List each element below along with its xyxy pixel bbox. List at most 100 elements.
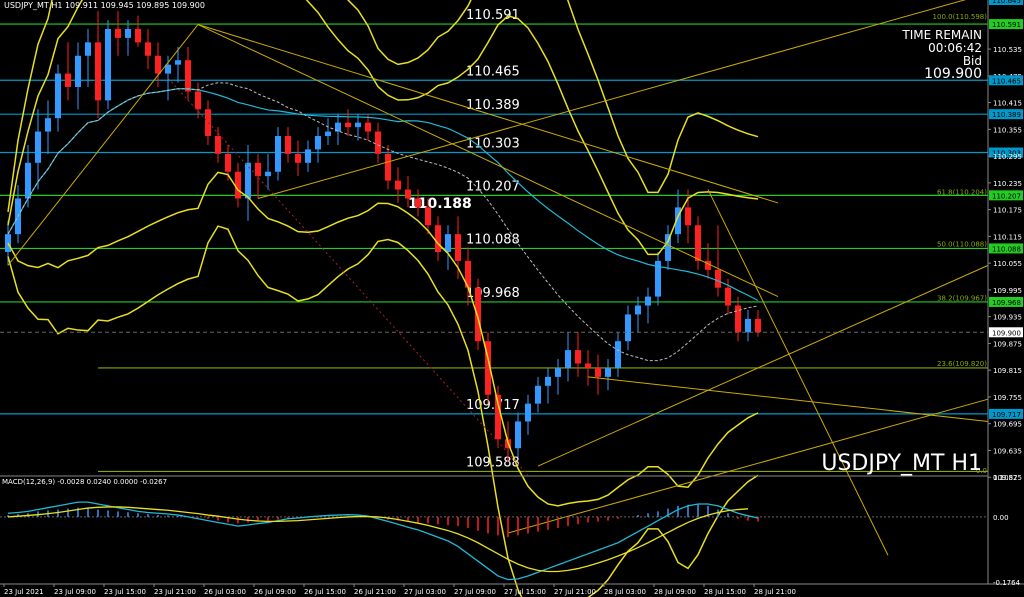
price-axis-highlight-label: 110.088: [992, 245, 1021, 253]
time-axis-label: 28 Jul 09:00: [654, 588, 696, 596]
symbol-info: USDJPY_MT,H1 109.911 109.945 109.895 109…: [4, 1, 205, 10]
price-axis-label: 110.115: [993, 233, 1022, 241]
level-label: 110.207: [466, 179, 520, 194]
bull-candle: [85, 42, 91, 56]
bull-candle: [125, 28, 131, 38]
price-axis-label: 110.295: [993, 153, 1022, 161]
bull-candle: [45, 118, 51, 132]
bear-candle: [65, 73, 71, 87]
price-axis-highlight-label: 110.591: [992, 21, 1021, 29]
bull-candle: [315, 136, 321, 150]
bear-candle: [695, 225, 701, 261]
bear-candle: [725, 287, 731, 306]
price-axis-label: 109.815: [993, 367, 1022, 375]
price-axis-label: 109.695: [993, 421, 1022, 429]
price-axis-highlight-label: 109.717: [992, 411, 1021, 419]
level-label: 110.389: [466, 98, 520, 113]
time-axis-label: 27 Jul 15:00: [504, 588, 546, 596]
fibo-label: 23.6(109.820): [937, 360, 987, 368]
bull-candle: [75, 55, 81, 87]
time-axis-label: 26 Jul 03:00: [204, 588, 246, 596]
price-axis-label: 110.535: [993, 46, 1022, 54]
bear-candle: [215, 136, 221, 154]
bull-candle: [745, 318, 751, 333]
bull-candle: [5, 234, 11, 252]
level-label: 109.968: [466, 286, 520, 301]
bear-candle: [295, 153, 301, 163]
fibo-label: 38.2(109.967): [937, 294, 987, 302]
bear-candle: [585, 363, 591, 368]
level-label: 110.303: [466, 137, 520, 152]
bull-candle: [305, 149, 311, 163]
bull-candle: [325, 131, 331, 137]
level-label: 110.088: [466, 232, 520, 247]
bull-candle: [645, 296, 651, 306]
price-axis-label: 110.415: [993, 100, 1022, 108]
bull-candle: [105, 28, 111, 101]
price-axis-label: 110.055: [993, 260, 1022, 268]
bear-candle: [415, 198, 421, 208]
macd-title: MACD(12,26,9) -0.0028 0.0240 0.0000 -0.0…: [2, 478, 167, 486]
price-axis-highlight-label: 109.900: [992, 329, 1021, 337]
bull-candle: [35, 131, 41, 163]
bid-value: 109.900: [924, 66, 982, 82]
time-axis-label: 23 Jul 2021: [4, 588, 44, 596]
time-axis-label: 26 Jul 21:00: [354, 588, 396, 596]
price-axis-label: 109.755: [993, 394, 1022, 402]
price-axis-highlight-label: 109.968: [992, 299, 1021, 307]
bull-candle: [355, 122, 361, 128]
fibo-label: 61.8(110.204): [937, 189, 987, 197]
price-axis-highlight-label: 110.645: [992, 0, 1021, 5]
bear-candle: [185, 60, 191, 92]
price-axis-highlight-label: 110.207: [992, 192, 1021, 200]
time-remain-panel: TIME REMAIN 00:06:42 Bid 109.900: [880, 29, 982, 82]
macd-axis-label: -0.1764: [993, 579, 1021, 587]
bull-candle: [175, 60, 181, 65]
bear-candle: [95, 42, 101, 101]
time-axis-label: 23 Jul 09:00: [54, 588, 96, 596]
time-axis-label: 28 Jul 15:00: [704, 588, 746, 596]
time-axis-label: 27 Jul 21:00: [554, 588, 596, 596]
bull-candle: [525, 403, 531, 422]
bull-candle: [615, 341, 621, 368]
time-axis-label: 27 Jul 03:00: [404, 588, 446, 596]
bear-candle: [595, 367, 601, 377]
price-axis-label: 110.175: [993, 207, 1022, 215]
bull-candle: [635, 305, 641, 315]
bear-candle: [155, 55, 161, 74]
bull-candle: [565, 350, 571, 368]
price-axis-highlight-label: 110.389: [992, 111, 1021, 119]
bear-candle: [455, 234, 461, 261]
bear-candle: [235, 171, 241, 199]
bull-candle: [55, 73, 61, 119]
time-axis-label: 28 Jul 03:00: [604, 588, 646, 596]
level-label: 110.591: [466, 8, 520, 23]
bear-candle: [715, 269, 721, 288]
bear-candle: [135, 28, 141, 43]
time-axis-label: 26 Jul 09:00: [254, 588, 296, 596]
bear-candle: [365, 122, 371, 132]
bull-candle: [555, 367, 561, 377]
bull-candle: [545, 376, 551, 386]
price-axis-label: 109.935: [993, 314, 1022, 322]
level-label: 109.717: [466, 398, 520, 413]
bear-candle: [685, 207, 691, 226]
bear-candle: [255, 162, 261, 177]
bull-candle: [265, 171, 271, 177]
bull-candle: [515, 421, 521, 449]
bear-candle: [375, 131, 381, 154]
price-axis-label: 109.995: [993, 287, 1022, 295]
time-axis-label: 27 Jul 09:00: [454, 588, 496, 596]
time-axis-label: 23 Jul 15:00: [104, 588, 146, 596]
bear-candle: [395, 180, 401, 190]
bear-candle: [385, 153, 391, 181]
price-chart[interactable]: 110.591 110.465 110.389 110.303 110.207 110.0…: [0, 0, 1024, 597]
macd-axis-label: 0.00: [993, 514, 1009, 522]
macd-axis-label: 0.1082: [993, 474, 1018, 482]
bull-candle: [605, 367, 611, 377]
fibo-label: 50.0(110.088): [937, 240, 987, 248]
bear-candle: [435, 225, 441, 252]
time-axis-label: 23 Jul 21:00: [154, 588, 196, 596]
bear-candle: [225, 153, 231, 172]
bear-candle: [145, 42, 151, 56]
